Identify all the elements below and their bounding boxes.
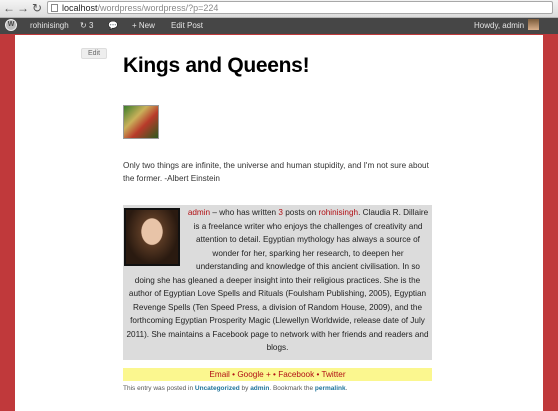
- author-photo: [124, 208, 180, 266]
- permalink-link[interactable]: permalink: [315, 385, 346, 392]
- post-quote: Only two things are infinite, the univer…: [123, 161, 429, 183]
- twitter-share-link[interactable]: Twitter: [321, 370, 345, 379]
- google-plus-share-link[interactable]: Google +: [237, 370, 270, 379]
- forward-arrow-icon[interactable]: →: [16, 1, 30, 15]
- page-content: Edit Kings and Queens! Only two things a…: [15, 35, 543, 411]
- address-bar[interactable]: localhost/wordpress/wordpress/?p=224: [47, 1, 553, 14]
- site-link[interactable]: rohinisingh: [318, 208, 358, 217]
- facebook-share-link[interactable]: Facebook: [278, 370, 314, 379]
- updates-link[interactable]: ↻ 3: [80, 18, 93, 34]
- browser-toolbar: ← → ↻ localhost/wordpress/wordpress/?p=2…: [0, 0, 558, 18]
- author-text-2: posts on: [282, 208, 319, 217]
- new-content-link[interactable]: + New: [132, 18, 155, 34]
- wordpress-logo-icon[interactable]: W: [5, 18, 17, 34]
- meta-by: by: [239, 385, 251, 392]
- email-share-link[interactable]: Email: [209, 370, 229, 379]
- updates-count: 3: [88, 21, 94, 30]
- author-text-3: .: [358, 208, 361, 217]
- reload-icon[interactable]: ↻: [30, 1, 44, 15]
- page-icon: [51, 4, 58, 12]
- author-link[interactable]: admin: [188, 208, 210, 217]
- url-host: localhost: [62, 3, 98, 13]
- account-menu[interactable]: Howdy, admin: [474, 18, 540, 34]
- share-bar: Email • Google + • Facebook • Twitter: [123, 368, 432, 381]
- meta-prefix: This entry was posted in: [123, 385, 195, 392]
- post-title: Kings and Queens!: [123, 54, 310, 77]
- back-arrow-icon[interactable]: ←: [2, 1, 16, 15]
- post-meta: This entry was posted in Uncategorized b…: [123, 385, 347, 392]
- edit-post-link[interactable]: Edit Post: [171, 18, 203, 34]
- post-image[interactable]: [123, 105, 159, 139]
- author-box: admin – who has written 3 posts on rohin…: [123, 205, 432, 360]
- url-path: /wordpress/wordpress/?p=224: [97, 3, 219, 13]
- meta-author-link[interactable]: admin: [250, 385, 269, 392]
- author-text-1: – who has written: [210, 208, 279, 217]
- category-link[interactable]: Uncategorized: [195, 385, 240, 392]
- user-avatar-icon: [528, 19, 540, 31]
- meta-bookmark: . Bookmark the: [269, 385, 315, 392]
- edit-button[interactable]: Edit: [81, 48, 108, 59]
- howdy-text: Howdy, admin: [474, 21, 525, 30]
- meta-end: .: [345, 385, 348, 392]
- wp-admin-bar: W rohinisingh ↻ 3 💬 + New Edit Post Howd…: [0, 18, 558, 34]
- refresh-icon: ↻: [80, 21, 87, 30]
- comments-icon[interactable]: 💬: [108, 18, 118, 34]
- site-name-link[interactable]: rohinisingh: [30, 18, 69, 34]
